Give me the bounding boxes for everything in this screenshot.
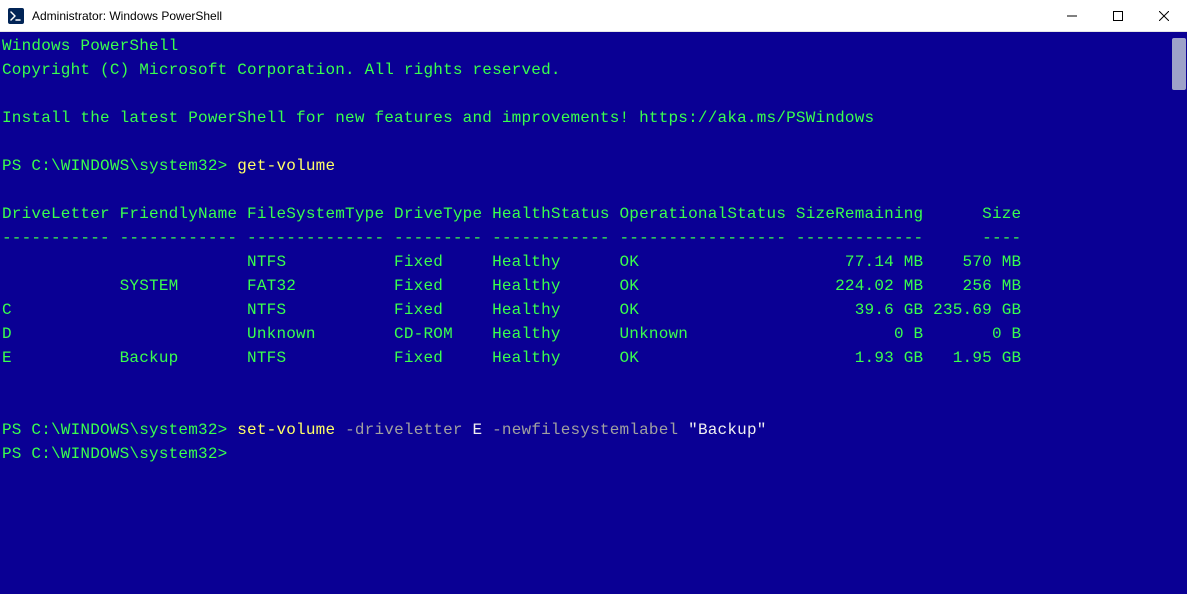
terminal-segment [2,181,12,199]
terminal-segment: DriveLetter FriendlyName FileSystemType … [2,205,1021,223]
terminal-segment: C NTFS Fixed Healthy OK 39.6 GB 235.69 G… [2,301,1021,319]
terminal-line: D Unknown CD-ROM Healthy Unknown 0 B 0 B [2,322,1185,346]
terminal-segment [2,133,12,151]
terminal-line [2,82,1185,106]
terminal-segment: NTFS Fixed Healthy OK 77.14 MB 570 MB [2,253,1021,271]
terminal-line: PS C:\WINDOWS\system32> set-volume -driv… [2,418,1185,442]
terminal-segment: PS C:\WINDOWS\system32> [2,445,227,463]
terminal-segment: PS C:\WINDOWS\system32> [2,421,237,439]
terminal-output[interactable]: Windows PowerShell Copyright (C) Microsof… [0,32,1187,468]
terminal-segment: Copyright (C) Microsoft Corporation. All… [2,61,561,79]
scrollbar-track[interactable] [1171,32,1187,594]
terminal-segment: Windows PowerShell [2,37,178,55]
terminal-segment [2,397,12,415]
window-controls [1049,0,1187,31]
terminal-segment: -driveletter [345,421,472,439]
terminal-line: Copyright (C) Microsoft Corporation. All… [2,58,1185,82]
terminal-segment: PS C:\WINDOWS\system32> [2,157,237,175]
terminal-segment: get-volume [237,157,335,175]
terminal-line: PS C:\WINDOWS\system32> [2,442,1185,466]
terminal-line: Windows PowerShell [2,34,1185,58]
terminal-line: ----------- ------------ -------------- … [2,226,1185,250]
terminal-line: SYSTEM FAT32 Fixed Healthy OK 224.02 MB … [2,274,1185,298]
terminal-line [2,178,1185,202]
terminal-line: PS C:\WINDOWS\system32> get-volume [2,154,1185,178]
maximize-button[interactable] [1095,0,1141,31]
terminal-line [2,394,1185,418]
minimize-button[interactable] [1049,0,1095,31]
terminal-segment [2,85,12,103]
window-title: Administrator: Windows PowerShell [32,9,1049,23]
powershell-icon [8,8,24,24]
terminal-segment: SYSTEM FAT32 Fixed Healthy OK 224.02 MB … [2,277,1021,295]
terminal-segment: E [473,421,493,439]
close-button[interactable] [1141,0,1187,31]
terminal-segment [2,373,12,391]
terminal-segment: set-volume [237,421,345,439]
terminal-line: Install the latest PowerShell for new fe… [2,106,1185,130]
terminal-segment: D Unknown CD-ROM Healthy Unknown 0 B 0 B [2,325,1021,343]
terminal-line: C NTFS Fixed Healthy OK 39.6 GB 235.69 G… [2,298,1185,322]
terminal-segment: -newfilesystemlabel [492,421,688,439]
terminal-line [2,370,1185,394]
terminal-line: NTFS Fixed Healthy OK 77.14 MB 570 MB [2,250,1185,274]
window-titlebar: Administrator: Windows PowerShell [0,0,1187,32]
terminal-segment: E Backup NTFS Fixed Healthy OK 1.93 GB 1… [2,349,1021,367]
terminal-line [2,130,1185,154]
terminal-line: E Backup NTFS Fixed Healthy OK 1.93 GB 1… [2,346,1185,370]
scrollbar-thumb[interactable] [1172,38,1186,90]
terminal-segment: ----------- ------------ -------------- … [2,229,1021,247]
terminal-viewport[interactable]: Windows PowerShell Copyright (C) Microsof… [0,32,1187,594]
terminal-segment: Install the latest PowerShell for new fe… [2,109,874,127]
terminal-segment: "Backup" [688,421,766,439]
terminal-line: DriveLetter FriendlyName FileSystemType … [2,202,1185,226]
